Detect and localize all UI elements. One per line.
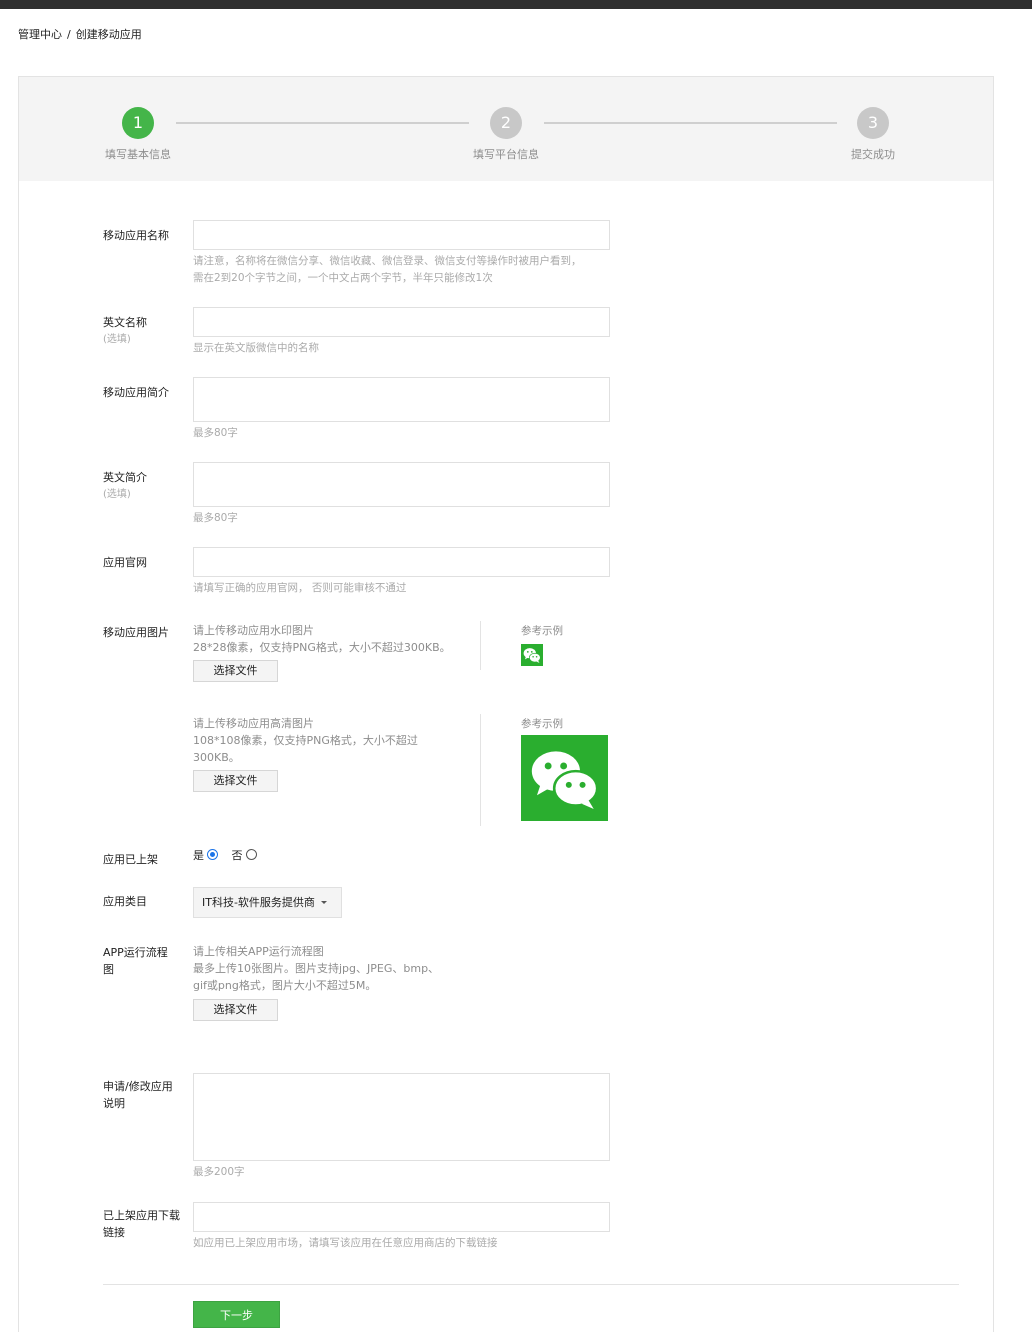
listed-no-option[interactable]: 否 xyxy=(232,847,257,863)
english-intro-label: 英文简介 (选填) xyxy=(103,469,147,503)
app-name-hint-line2: 需在2到20个字节之间，一个中文占两个字节，半年只能修改1次 xyxy=(193,272,493,284)
wechat-logo-icon xyxy=(521,735,608,821)
app-intro-label: 移动应用简介 xyxy=(103,386,169,399)
step-1-label: 填写基本信息 xyxy=(105,148,171,161)
website-label: 应用官网 xyxy=(103,556,147,569)
watermark-upload-line1: 请上传移动应用水印图片 xyxy=(193,624,314,637)
flow-upload-line1: 请上传相关APP运行流程图 xyxy=(193,945,324,958)
step-2: 2 填写平台信息 xyxy=(446,107,566,162)
step-3-label: 提交成功 xyxy=(851,148,895,161)
app-name-input[interactable] xyxy=(193,220,610,250)
footer-divider xyxy=(103,1284,959,1285)
app-name-label: 移动应用名称 xyxy=(103,229,169,242)
breadcrumb-home[interactable]: 管理中心 xyxy=(18,26,62,42)
step-1-number: 1 xyxy=(122,107,154,139)
app-name-hint: 请注意，名称将在微信分享、微信收藏、微信登录、微信支付等操作时被用户看到， 需在… xyxy=(193,253,582,287)
listed-no-radio[interactable] xyxy=(245,849,257,860)
step-connector xyxy=(176,122,469,124)
english-intro-optional: (选填) xyxy=(103,489,131,500)
caret-down-icon xyxy=(320,901,327,904)
breadcrumb: 管理中心 / 创建移动应用 xyxy=(18,26,142,42)
english-name-label-text: 英文名称 xyxy=(103,316,147,329)
app-images-label: 移动应用图片 xyxy=(103,626,169,639)
english-intro-textarea[interactable] xyxy=(193,462,610,507)
flow-label-line2: 图 xyxy=(103,963,114,976)
listed-label: 应用已上架 xyxy=(103,853,158,866)
step-3: 3 提交成功 xyxy=(813,107,933,162)
step-indicator: 1 填写基本信息 2 填写平台信息 3 提交成功 xyxy=(19,77,993,181)
next-step-button[interactable]: 下一步 xyxy=(193,1301,280,1328)
download-link-input[interactable] xyxy=(193,1202,610,1232)
hd-upload-line3: 300KB。 xyxy=(193,751,240,764)
listed-yes-text: 是 xyxy=(193,849,204,862)
listed-radio-group: 是 否 xyxy=(193,847,267,863)
reason-hint: 最多200字 xyxy=(193,1166,245,1178)
step-1: 1 填写基本信息 xyxy=(78,107,198,162)
watermark-reference-label: 参考示例 xyxy=(521,625,563,637)
watermark-upload-text: 请上传移动应用水印图片 28*28像素，仅支持PNG格式，大小不超过300KB。 xyxy=(193,622,451,656)
hd-upload-text: 请上传移动应用高清图片 108*108像素，仅支持PNG格式，大小不超过 300… xyxy=(193,715,418,766)
flow-upload-text: 请上传相关APP运行流程图 最多上传10张图片。图片支持jpg、JPEG、bmp… xyxy=(193,943,439,994)
category-select[interactable]: IT科技-软件服务提供商 xyxy=(193,887,342,918)
reason-textarea[interactable] xyxy=(193,1073,610,1161)
english-name-optional: (选填) xyxy=(103,334,131,345)
reason-label-line1: 申请/修改应用 xyxy=(103,1080,173,1093)
app-name-hint-line1: 请注意，名称将在微信分享、微信收藏、微信登录、微信支付等操作时被用户看到， xyxy=(193,255,582,267)
app-intro-hint: 最多80字 xyxy=(193,427,238,439)
download-link-label: 已上架应用下载 链接 xyxy=(103,1207,180,1241)
english-name-label: 英文名称 (选填) xyxy=(103,314,147,348)
wechat-logo-icon xyxy=(521,644,543,666)
reason-label: 申请/修改应用 说明 xyxy=(103,1078,173,1112)
step-2-number: 2 xyxy=(490,107,522,139)
breadcrumb-current: 创建移动应用 xyxy=(75,28,142,41)
create-app-panel: 1 填写基本信息 2 填写平台信息 3 提交成功 移动应用名称 请注意，名称将在… xyxy=(18,76,994,1332)
top-bar xyxy=(0,0,1032,9)
hd-upload-line2: 108*108像素，仅支持PNG格式，大小不超过 xyxy=(193,734,418,747)
step-connector xyxy=(544,122,837,124)
watermark-upload-line2: 28*28像素，仅支持PNG格式，大小不超过300KB。 xyxy=(193,641,451,654)
category-value: IT科技-软件服务提供商 xyxy=(202,896,315,909)
english-name-input[interactable] xyxy=(193,307,610,337)
download-link-hint: 如应用已上架应用市场，请填写该应用在任意应用商店的下载链接 xyxy=(193,1237,498,1249)
hd-reference-label: 参考示例 xyxy=(521,718,563,730)
listed-yes-option[interactable]: 是 xyxy=(193,847,218,863)
flow-upload-line2: 最多上传10张图片。图片支持jpg、JPEG、bmp、 xyxy=(193,962,440,975)
breadcrumb-separator: / xyxy=(67,28,71,41)
english-intro-label-text: 英文简介 xyxy=(103,471,147,484)
hd-choose-file-button[interactable]: 选择文件 xyxy=(193,770,278,792)
website-hint: 请填写正确的应用官网， 否则可能审核不通过 xyxy=(193,582,407,594)
website-input[interactable] xyxy=(193,547,610,577)
hd-upload-line1: 请上传移动应用高清图片 xyxy=(193,717,314,730)
listed-no-text: 否 xyxy=(231,849,243,862)
download-link-label-line1: 已上架应用下载 xyxy=(103,1209,180,1222)
app-intro-textarea[interactable] xyxy=(193,377,610,422)
flow-upload-line3: gif或png格式，图片大小不超过5M。 xyxy=(193,979,377,992)
flow-label-line1: APP运行流程 xyxy=(103,946,168,959)
download-link-label-line2: 链接 xyxy=(103,1226,125,1239)
flow-choose-file-button[interactable]: 选择文件 xyxy=(193,999,278,1021)
step-2-label: 填写平台信息 xyxy=(473,148,539,161)
divider xyxy=(480,621,481,670)
flow-label: APP运行流程 图 xyxy=(103,944,168,978)
english-name-hint: 显示在英文版微信中的名称 xyxy=(193,342,319,354)
category-label: 应用类目 xyxy=(103,895,147,908)
english-intro-hint: 最多80字 xyxy=(193,512,238,524)
reason-label-line2: 说明 xyxy=(103,1097,125,1110)
divider xyxy=(480,714,481,826)
step-3-number: 3 xyxy=(857,107,889,139)
listed-yes-radio[interactable] xyxy=(207,849,218,860)
watermark-choose-file-button[interactable]: 选择文件 xyxy=(193,660,278,682)
